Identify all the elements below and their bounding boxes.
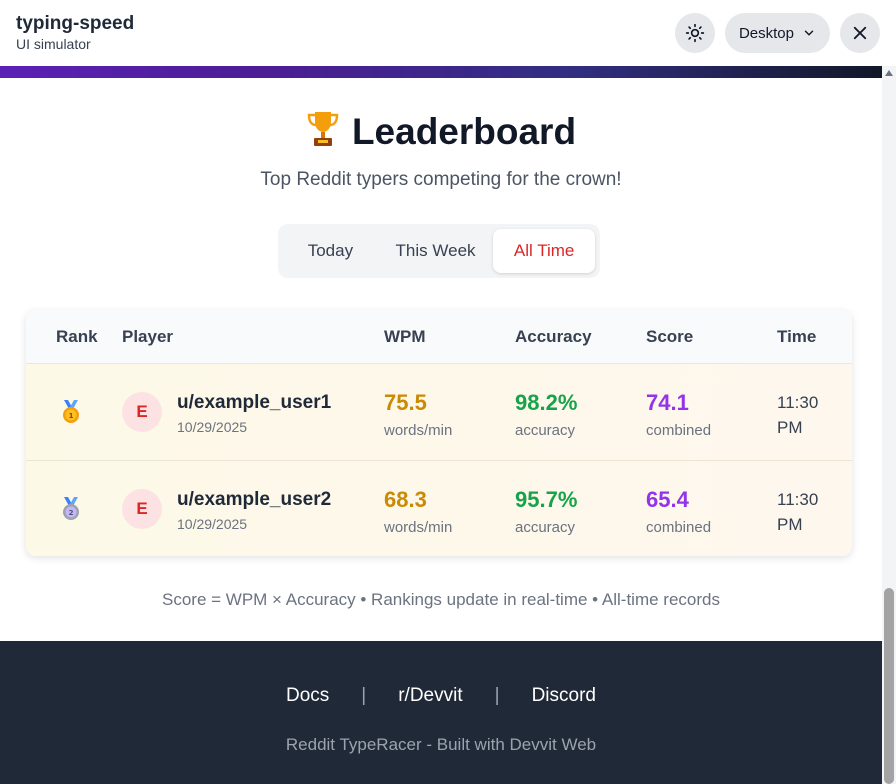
sun-icon (685, 23, 705, 43)
leaderboard-title-text: Leaderboard (351, 111, 577, 152)
score-value: 65.4 (646, 487, 689, 512)
footer-link-discord[interactable]: Discord (532, 685, 596, 707)
app-subtitle: UI simulator (16, 35, 91, 52)
footer-separator: | (494, 685, 500, 706)
wpm-value: 68.3 (384, 487, 427, 512)
device-select-label: Desktop (738, 24, 794, 42)
time-value: 11:30 PM (777, 393, 819, 437)
tab-all-time[interactable]: All Time (493, 229, 595, 273)
table-header: Rank Player WPM Accuracy Score Time (26, 310, 852, 364)
table-row[interactable]: 1 E u/example_user1 10/29/2025 75.5 word… (26, 364, 852, 460)
avatar: E (122, 489, 162, 529)
close-button[interactable] (840, 13, 880, 53)
column-header-player: Player (122, 327, 174, 346)
svg-text:2: 2 (69, 509, 74, 517)
column-header-score: Score (646, 327, 694, 346)
accuracy-value: 95.7% (515, 487, 578, 512)
footer-links: Docs | r/Devvit | Discord (0, 685, 882, 707)
tab-this-week[interactable]: This Week (378, 229, 494, 273)
trophy-icon (307, 112, 339, 146)
player-date: 10/29/2025 (177, 419, 248, 435)
leaderboard-section: Leaderboard Top Reddit typers competing … (0, 78, 882, 641)
svg-text:1: 1 (69, 412, 74, 420)
top-actions: Desktop (674, 13, 880, 53)
column-header-accuracy: Accuracy (515, 327, 592, 346)
leaderboard-table: Rank Player WPM Accuracy Score Time 1 E … (26, 310, 852, 556)
score-value: 74.1 (646, 390, 689, 415)
silver-medal-icon: 2 (63, 497, 79, 520)
column-header-rank: Rank (56, 327, 98, 346)
footer-link-docs[interactable]: Docs (286, 685, 329, 707)
accuracy-unit: accuracy (515, 422, 576, 439)
gold-medal-icon: 1 (63, 400, 79, 423)
app-header: typing-speed UI simulator (16, 12, 135, 52)
leaderboard-title: Leaderboard (0, 110, 882, 153)
scrollbar-thumb[interactable] (884, 588, 894, 784)
player-name[interactable]: u/example_user2 (177, 489, 331, 511)
footer: Docs | r/Devvit | Discord Reddit TypeRac… (0, 641, 882, 784)
footer-separator: | (361, 685, 367, 706)
device-select[interactable]: Desktop (724, 13, 830, 53)
player-date: 10/29/2025 (177, 516, 248, 532)
close-icon (853, 26, 867, 40)
time-range-tabs: Today This Week All Time (278, 224, 600, 278)
scroll-up-arrow-icon[interactable] (885, 70, 893, 76)
tab-today[interactable]: Today (283, 229, 378, 273)
score-unit: combined (646, 519, 712, 536)
column-header-time: Time (777, 327, 817, 346)
footer-link-devvit[interactable]: r/Devvit (398, 685, 462, 707)
table-row[interactable]: 2 E u/example_user2 10/29/2025 68.3 word… (26, 460, 852, 556)
top-bar: typing-speed UI simulator Desktop (0, 0, 896, 66)
wpm-unit: words/min (384, 519, 453, 536)
avatar: E (122, 392, 162, 432)
column-header-wpm: WPM (384, 327, 426, 346)
header-gradient-bar (0, 66, 882, 78)
player-name[interactable]: u/example_user1 (177, 392, 331, 414)
leaderboard-subtitle: Top Reddit typers competing for the crow… (260, 169, 622, 190)
wpm-value: 75.5 (384, 390, 427, 415)
score-footnote: Score = WPM × Accuracy • Rankings update… (161, 590, 720, 609)
accuracy-value: 98.2% (515, 390, 578, 415)
wpm-unit: words/min (384, 422, 453, 439)
accuracy-unit: accuracy (515, 519, 576, 536)
time-value: 11:30 PM (777, 490, 819, 534)
chevron-down-icon (804, 30, 814, 36)
app-title: typing-speed (16, 12, 135, 34)
footer-credit: Reddit TypeRacer - Built with Devvit Web (285, 735, 597, 754)
score-unit: combined (646, 422, 712, 439)
theme-toggle-button[interactable] (674, 13, 715, 53)
